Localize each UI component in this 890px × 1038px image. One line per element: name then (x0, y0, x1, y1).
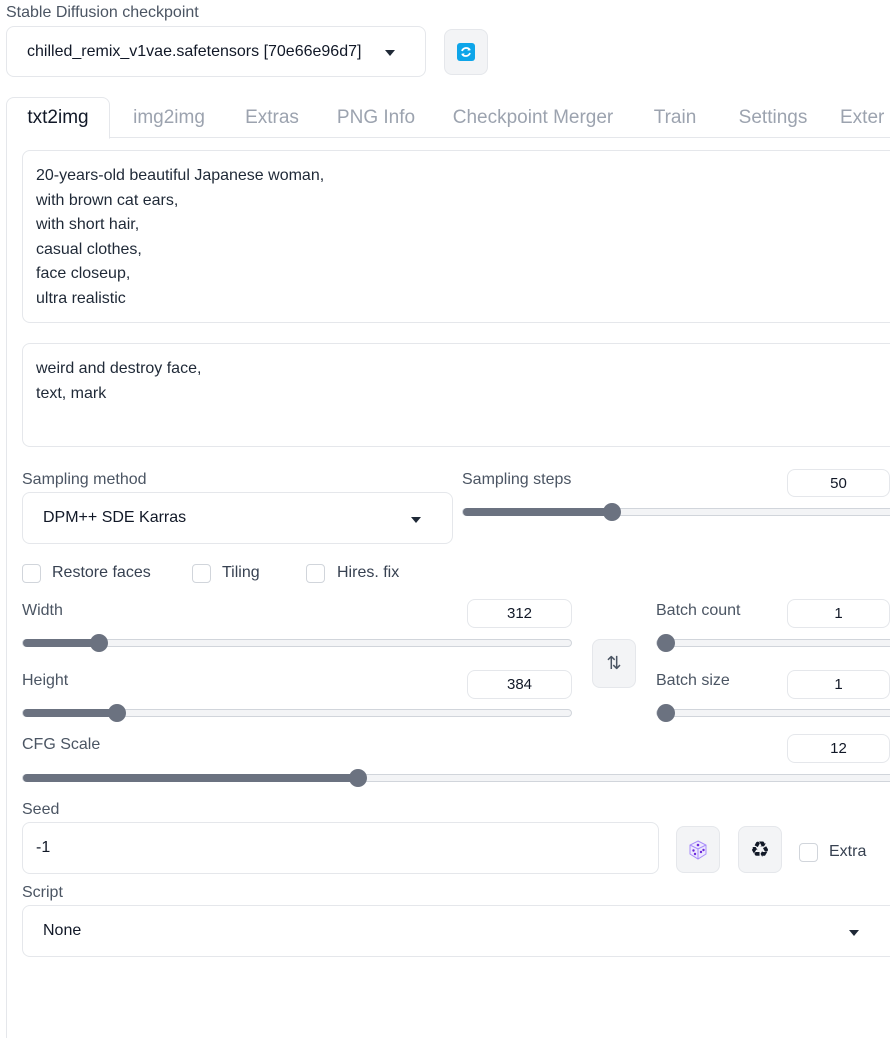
checkpoint-dropdown[interactable]: chilled_remix_v1vae.safetensors [70e66e9… (6, 26, 426, 77)
width-label: Width (22, 602, 63, 619)
batch-count-slider[interactable] (656, 634, 890, 652)
sampling-method-dropdown[interactable]: DPM++ SDE Karras (22, 492, 453, 544)
prompt-line: casual clothes, (36, 240, 142, 258)
script-dropdown[interactable]: None (22, 905, 890, 957)
prompt-line: with short hair, (36, 216, 140, 233)
cfg-scale-slider[interactable] (22, 769, 890, 787)
swap-icon: ⇅ (606, 653, 622, 673)
sampling-steps-label: Sampling steps (462, 471, 572, 488)
dice-icon (689, 839, 707, 860)
prompt-line: with brown cat ears, (36, 191, 179, 209)
negative-prompt-line: text, mark (36, 384, 107, 402)
checkpoint-value: chilled_remix_v1vae.safetensors [70e66e9… (27, 42, 362, 60)
slider-thumb[interactable] (602, 503, 621, 521)
height-input[interactable]: 384 (467, 670, 572, 699)
script-value: None (43, 922, 82, 939)
prompt-line: face closeup, (36, 265, 131, 282)
script-label: Script (22, 884, 63, 901)
slider-fill (23, 774, 359, 782)
negative-prompt-textarea[interactable]: weird and destroy face, text, mark (22, 343, 890, 447)
seed-value: -1 (36, 839, 51, 856)
slider-fill (23, 639, 99, 647)
seed-input[interactable]: -1 (22, 822, 659, 874)
extra-seed-checkbox[interactable] (799, 843, 818, 862)
extra-seed-label: Extra (829, 843, 867, 860)
refresh-icon (457, 43, 475, 61)
refresh-checkpoint-button[interactable] (444, 29, 488, 75)
cfg-scale-input[interactable]: 12 (787, 734, 890, 763)
cfg-scale-label: CFG Scale (22, 736, 101, 753)
slider-thumb[interactable] (89, 634, 108, 652)
chevron-down-icon (385, 50, 395, 56)
slider-fill (23, 709, 118, 717)
recycle-icon: ♻ (750, 836, 770, 862)
hires-fix-label: Hires. fix (337, 564, 400, 581)
reuse-seed-button[interactable]: ♻ (738, 826, 782, 873)
main-tabs: txt2img img2img Extras PNG Info Checkpoi… (6, 97, 890, 139)
tab-img2img[interactable]: img2img (118, 97, 220, 138)
height-label: Height (22, 672, 69, 689)
batch-size-label: Batch size (656, 672, 730, 689)
chevron-down-icon (849, 930, 859, 936)
tab-checkpoint-merger[interactable]: Checkpoint Merger (446, 97, 620, 138)
sampling-steps-slider[interactable] (462, 503, 890, 521)
prompt-textarea[interactable]: 20-years-old beautiful Japanese woman, w… (22, 150, 890, 323)
width-slider[interactable] (22, 634, 572, 652)
tiling-checkbox[interactable] (192, 564, 211, 583)
negative-prompt-line: weird and destroy face, (36, 360, 202, 377)
batch-count-label: Batch count (656, 602, 741, 619)
tab-extensions[interactable]: Exter (840, 97, 890, 138)
restore-faces-checkbox[interactable] (22, 564, 41, 583)
slider-fill (463, 508, 612, 516)
prompt-line: ultra realistic (36, 289, 126, 307)
tab-extras[interactable]: Extras (236, 97, 308, 138)
restore-faces-label: Restore faces (52, 564, 151, 581)
prompt-line: 20-years-old beautiful Japanese woman, (36, 167, 325, 184)
tab-settings[interactable]: Settings (730, 97, 816, 138)
height-slider[interactable] (22, 704, 572, 722)
sampling-method-label: Sampling method (22, 471, 147, 488)
width-input[interactable]: 312 (467, 599, 572, 628)
checkpoint-label: Stable Diffusion checkpoint (6, 4, 199, 21)
random-seed-button[interactable] (676, 826, 720, 873)
slider-thumb[interactable] (657, 704, 675, 722)
chevron-down-icon (411, 517, 421, 523)
tab-png-info[interactable]: PNG Info (330, 97, 422, 138)
swap-dimensions-button[interactable]: ⇅ (592, 639, 636, 688)
sampling-steps-input[interactable]: 50 (787, 469, 890, 497)
slider-thumb[interactable] (657, 634, 675, 652)
sampling-method-value: DPM++ SDE Karras (43, 509, 187, 526)
batch-count-input[interactable]: 1 (787, 599, 890, 628)
batch-size-slider[interactable] (656, 704, 890, 722)
batch-size-input[interactable]: 1 (787, 670, 890, 699)
hires-fix-checkbox[interactable] (306, 564, 325, 583)
tiling-label: Tiling (222, 564, 260, 581)
seed-label: Seed (22, 801, 60, 818)
tab-train[interactable]: Train (642, 97, 708, 138)
tab-txt2img[interactable]: txt2img (6, 97, 110, 139)
